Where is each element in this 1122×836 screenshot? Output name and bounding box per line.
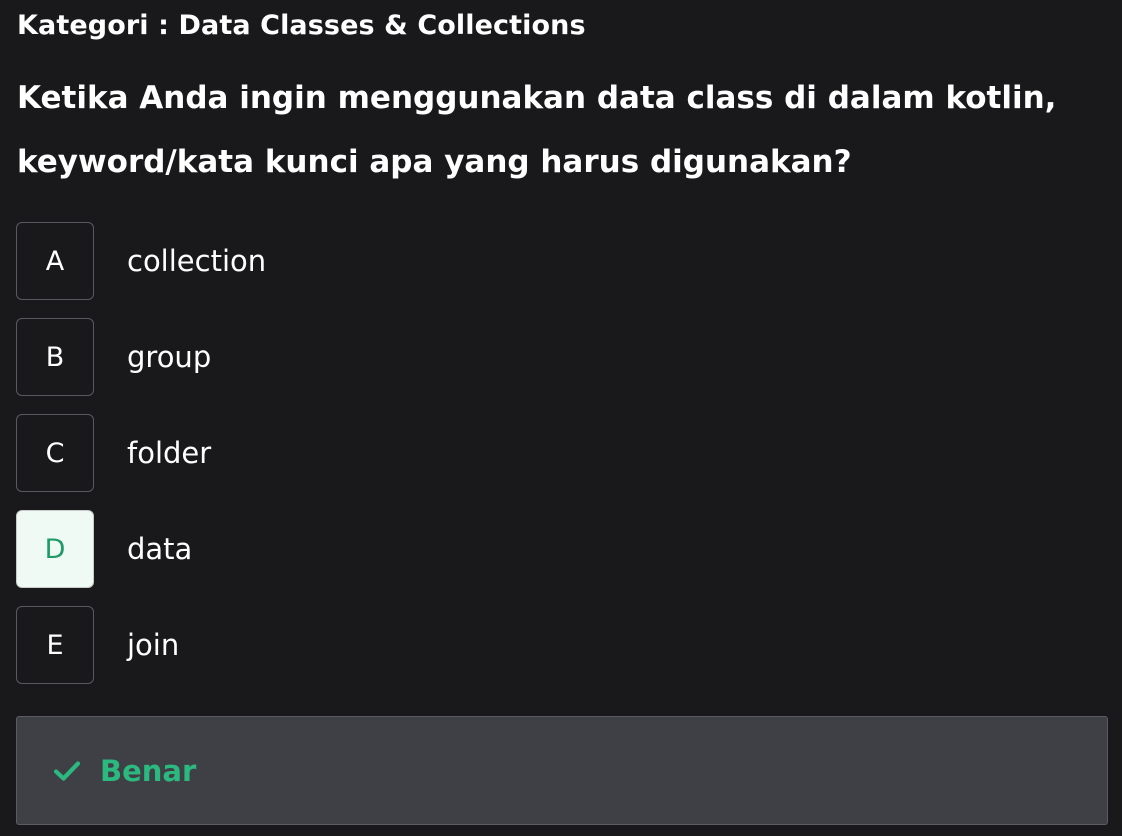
option-b[interactable]: B group <box>16 317 716 397</box>
option-label[interactable]: group <box>127 340 211 374</box>
option-d[interactable]: D data <box>16 509 716 589</box>
option-letter-box-selected[interactable]: D <box>16 510 94 588</box>
option-label[interactable]: data <box>127 532 192 566</box>
option-e[interactable]: E join <box>16 605 716 685</box>
option-letter-box[interactable]: B <box>16 318 94 396</box>
check-icon <box>53 757 81 785</box>
answer-options: A collection B group C folder D data E j… <box>16 221 716 701</box>
option-c[interactable]: C folder <box>16 413 716 493</box>
option-letter-box[interactable]: E <box>16 606 94 684</box>
category-label: Kategori : Data Classes & Collections <box>17 10 586 41</box>
option-label[interactable]: join <box>127 628 179 662</box>
option-letter-box[interactable]: A <box>16 222 94 300</box>
option-label[interactable]: collection <box>127 244 266 278</box>
option-a[interactable]: A collection <box>16 221 716 301</box>
answer-feedback-banner: Benar <box>16 716 1108 825</box>
option-letter-box[interactable]: C <box>16 414 94 492</box>
option-label[interactable]: folder <box>127 436 211 470</box>
feedback-label: Benar <box>100 753 197 788</box>
question-text: Ketika Anda ingin menggunakan data class… <box>17 80 1057 180</box>
